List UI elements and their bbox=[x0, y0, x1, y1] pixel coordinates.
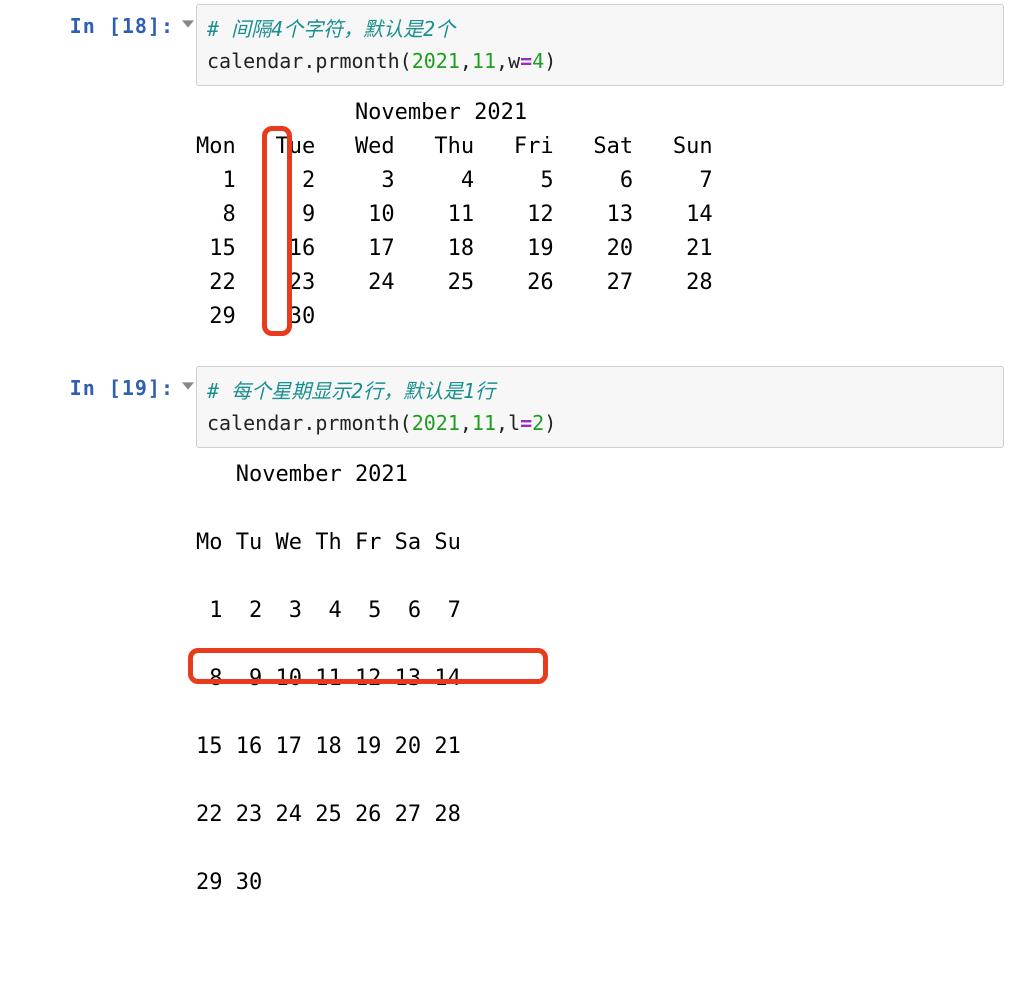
code-comment: # 每个星期显示2行，默认是1行 bbox=[207, 379, 495, 403]
code-kwarg: w bbox=[508, 49, 520, 73]
code-input[interactable]: # 每个星期显示2行，默认是1行 calendar.prmonth(2021,1… bbox=[196, 366, 1004, 448]
input-prompt: In [18]: bbox=[70, 14, 174, 38]
code-arg: 2021 bbox=[412, 49, 460, 73]
chevron-down-icon bbox=[182, 18, 194, 30]
cell-collapser[interactable] bbox=[180, 366, 196, 448]
code-comma: , bbox=[496, 411, 508, 435]
input-prompt: In [19]: bbox=[70, 376, 174, 400]
code-kwval: 4 bbox=[532, 49, 544, 73]
output-content: November 2021 Mo Tu We Th Fr Sa Su 1 2 3… bbox=[196, 458, 1012, 900]
output-area: November 2021 Mo Tu We Th Fr Sa Su 1 2 3… bbox=[0, 448, 1012, 928]
code-kwval: 2 bbox=[532, 411, 544, 435]
code-close-paren: ) bbox=[544, 49, 556, 73]
prompt-area: In [18]: bbox=[0, 4, 180, 86]
chevron-down-icon bbox=[182, 380, 194, 392]
notebook-cell: In [19]: # 每个星期显示2行，默认是1行 calendar.prmon… bbox=[0, 362, 1012, 448]
output-area: November 2021 Mon Tue Wed Thu Fri Sat Su… bbox=[0, 86, 1012, 362]
code-equals: = bbox=[520, 411, 532, 435]
output-spacer bbox=[0, 458, 196, 900]
annotation-horizontal-highlight bbox=[188, 648, 548, 684]
code-input[interactable]: # 间隔4个字符，默认是2个 calendar.prmonth(2021,11,… bbox=[196, 4, 1004, 86]
code-comment: # 间隔4个字符，默认是2个 bbox=[207, 17, 455, 41]
code-arg: 11 bbox=[472, 411, 496, 435]
code-arg: 11 bbox=[472, 49, 496, 73]
annotation-vertical-highlight bbox=[262, 126, 292, 336]
cell-collapser[interactable] bbox=[180, 4, 196, 86]
code-comma: , bbox=[460, 411, 472, 435]
code-comma: , bbox=[460, 49, 472, 73]
output-spacer bbox=[0, 96, 196, 334]
code-equals: = bbox=[520, 49, 532, 73]
code-comma: , bbox=[496, 49, 508, 73]
prompt-area: In [19]: bbox=[0, 366, 180, 448]
code-func: calendar.prmonth( bbox=[207, 49, 412, 73]
code-close-paren: ) bbox=[544, 411, 556, 435]
notebook-cell: In [18]: # 间隔4个字符，默认是2个 calendar.prmonth… bbox=[0, 0, 1012, 86]
output-text: November 2021 Mon Tue Wed Thu Fri Sat Su… bbox=[196, 96, 1012, 334]
output-content: November 2021 Mon Tue Wed Thu Fri Sat Su… bbox=[196, 96, 1012, 334]
code-kwarg: l bbox=[508, 411, 520, 435]
code-arg: 2021 bbox=[412, 411, 460, 435]
code-func: calendar.prmonth( bbox=[207, 411, 412, 435]
